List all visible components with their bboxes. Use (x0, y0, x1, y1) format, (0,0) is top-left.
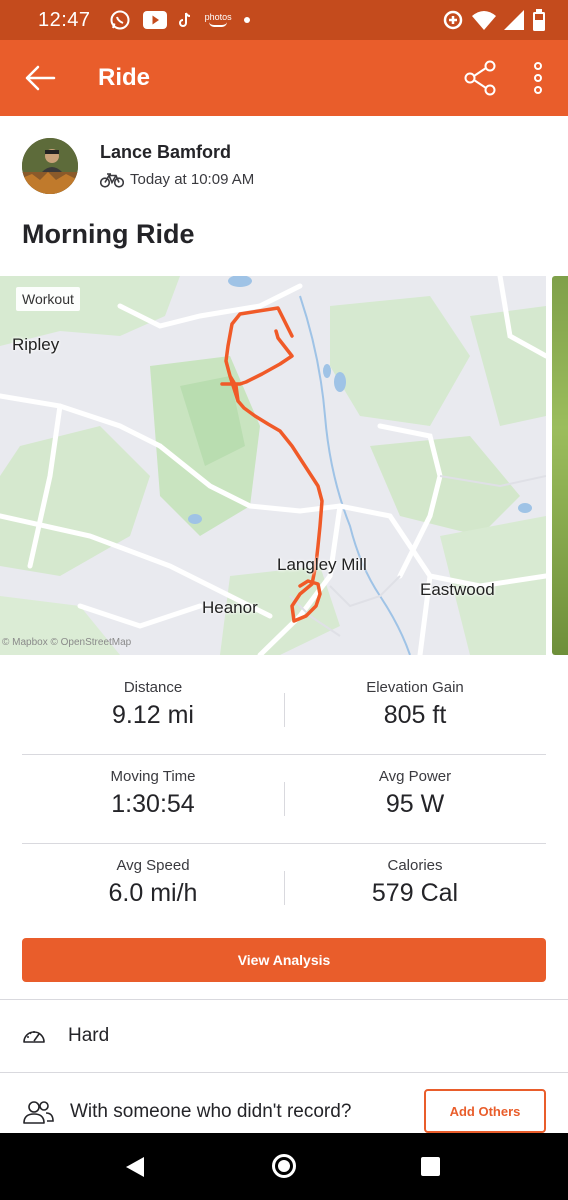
section-divider (0, 999, 568, 1000)
arrow-left-icon (25, 65, 56, 91)
notification-icons: photos (109, 9, 250, 31)
more-options-button[interactable] (518, 56, 558, 100)
notification-dot-icon (243, 17, 250, 23)
youtube-icon (142, 11, 167, 29)
stat-label: Avg Power (378, 768, 452, 785)
stat-value: 579 Cal (371, 879, 459, 907)
section-divider (0, 1072, 568, 1073)
with-others-label: With someone who didn't record? (70, 1101, 352, 1122)
route-map[interactable]: Workout Ripley Langley Mill Heanor Eastw… (0, 276, 546, 655)
perceived-exertion-row[interactable]: Hard (22, 1014, 546, 1058)
perceived-exertion-label: Hard (68, 1025, 110, 1046)
view-analysis-button[interactable]: View Analysis (22, 938, 546, 982)
stat-moving-time: Moving Time 1:30:54 (22, 755, 284, 819)
share-icon (464, 60, 496, 96)
map-label-langley-mill: Langley Mill (277, 555, 367, 574)
stat-distance: Distance 9.12 mi (22, 666, 284, 730)
workout-tag: Workout (16, 287, 80, 311)
stat-value: 9.12 mi (112, 701, 194, 729)
stats-grid: Distance 9.12 mi Elevation Gain 805 ft M… (22, 666, 546, 933)
stat-label: Elevation Gain (366, 679, 464, 696)
stat-avg-power: Avg Power 95 W (284, 755, 546, 819)
stat-label: Avg Speed (116, 857, 190, 874)
recents-square-icon[interactable] (421, 1157, 440, 1176)
page-title: Ride (98, 64, 151, 91)
whatsapp-icon (109, 9, 131, 31)
signal-icon (504, 10, 524, 30)
map-label-ripley: Ripley (12, 335, 60, 354)
stat-label: Calories (387, 857, 443, 874)
more-vertical-icon (534, 62, 542, 94)
people-icon (23, 1101, 54, 1124)
bike-icon (100, 172, 124, 188)
athlete-name[interactable]: Lance Bamford (100, 142, 231, 163)
stat-calories: Calories 579 Cal (284, 844, 546, 908)
avatar[interactable] (22, 138, 78, 194)
share-button[interactable] (458, 56, 502, 100)
system-icons (442, 9, 546, 31)
tiktok-icon (178, 12, 193, 28)
stat-value: 805 ft (383, 701, 447, 729)
stat-elevation-gain: Elevation Gain 805 ft (284, 666, 546, 730)
amazon-photos-icon: photos (205, 13, 232, 27)
activity-time: Today at 10:09 AM (130, 171, 255, 188)
activity-meta: Today at 10:09 AM (100, 171, 254, 188)
gauge-icon (23, 1031, 45, 1043)
back-triangle-icon[interactable] (124, 1155, 146, 1179)
stat-row: Avg Speed 6.0 mi/h Calories 579 Cal (22, 844, 546, 933)
stat-label: Distance (123, 679, 183, 696)
stat-row: Moving Time 1:30:54 Avg Power 95 W (22, 755, 546, 844)
athlete-header[interactable]: Lance Bamford Today at 10:09 AM (22, 138, 542, 198)
stat-label: Moving Time (110, 768, 196, 785)
photo-carousel-peek[interactable] (552, 276, 568, 655)
stat-value: 1:30:54 (111, 790, 195, 818)
stat-value: 6.0 mi/h (108, 879, 198, 907)
stat-value: 95 W (385, 790, 445, 818)
map-label-heanor: Heanor (202, 598, 258, 617)
system-nav-bar (0, 1133, 568, 1200)
stat-row: Distance 9.12 mi Elevation Gain 805 ft (22, 666, 546, 755)
app-bar: Ride (0, 40, 568, 116)
map-attribution[interactable]: © Mapbox © OpenStreetMap (2, 637, 131, 648)
activity-title: Morning Ride (22, 219, 195, 249)
back-button[interactable] (0, 40, 80, 116)
add-others-button[interactable]: Add Others (424, 1089, 546, 1133)
data-saver-icon (442, 9, 464, 31)
status-bar: 12:47 photos (0, 0, 568, 40)
photos-label: photos (204, 12, 232, 22)
wifi-icon (472, 10, 496, 30)
status-time: 12:47 (38, 8, 91, 31)
home-circle-icon[interactable] (272, 1154, 296, 1178)
battery-icon (532, 9, 546, 31)
map-label-eastwood: Eastwood (420, 580, 495, 599)
stat-avg-speed: Avg Speed 6.0 mi/h (22, 844, 284, 908)
